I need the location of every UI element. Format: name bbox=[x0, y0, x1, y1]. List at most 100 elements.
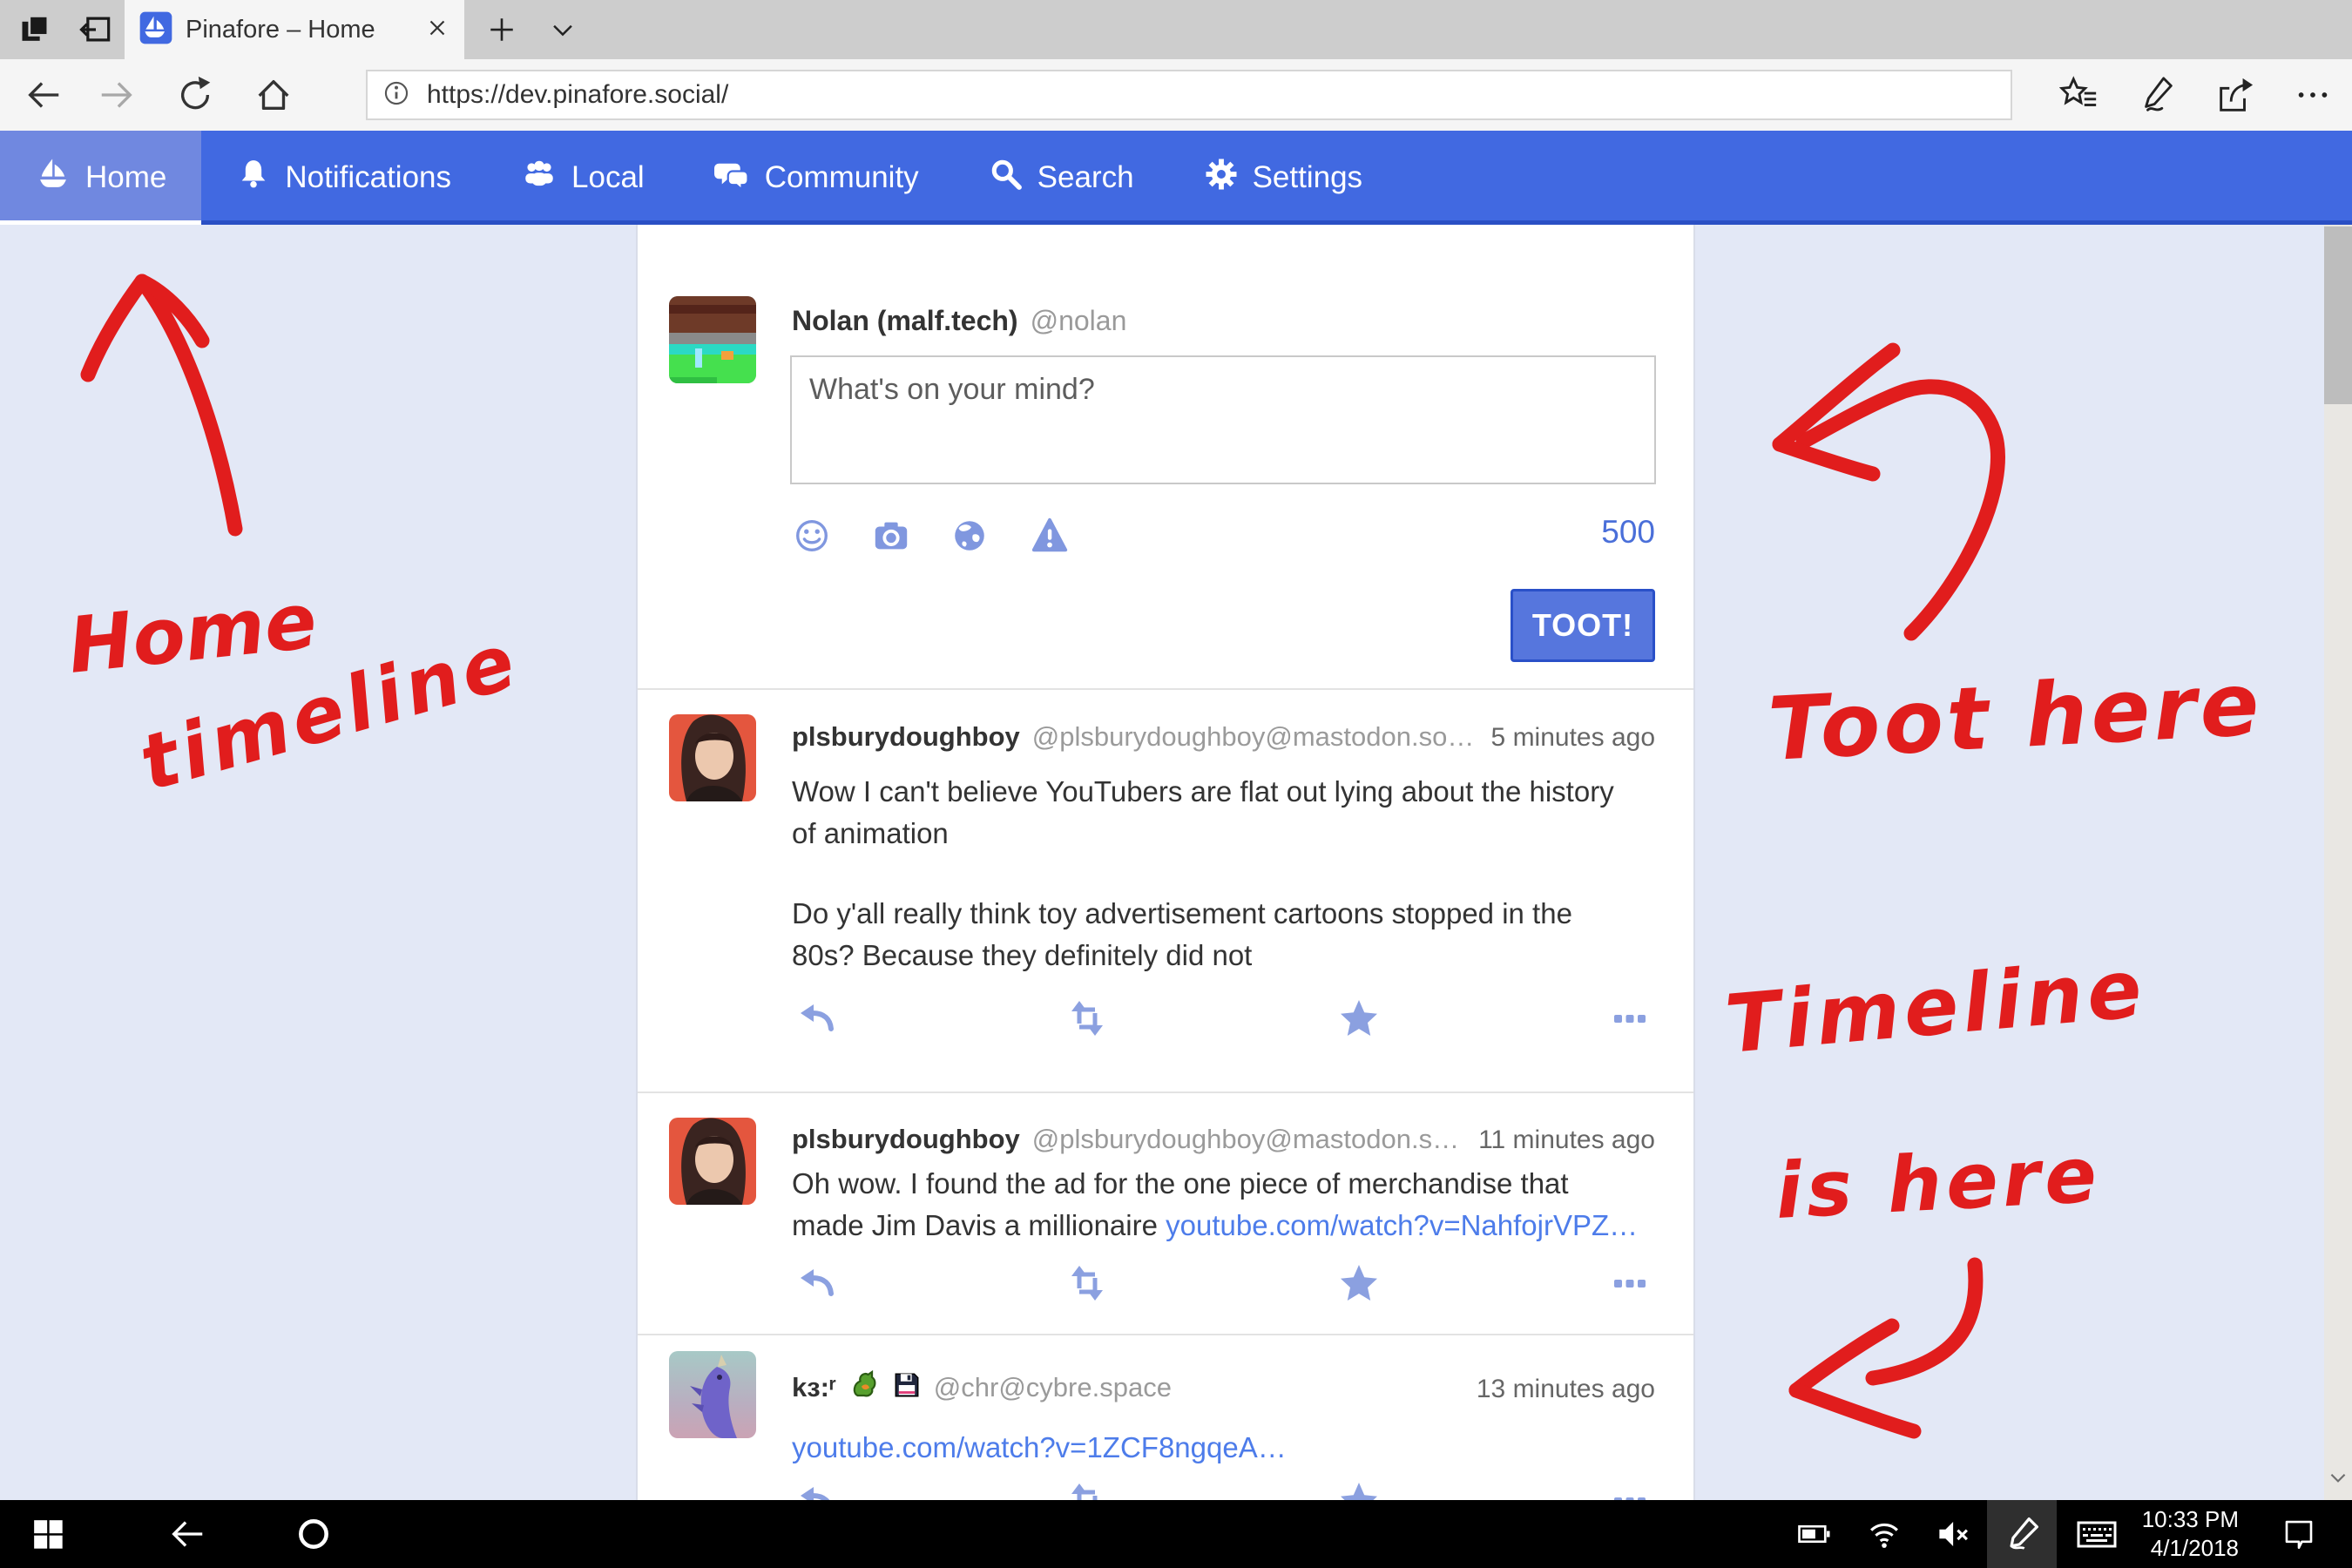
post-timestamp: 13 minutes ago bbox=[1477, 1375, 1655, 1404]
nav-label: Notifications bbox=[285, 160, 451, 195]
scrollbar-down-icon[interactable] bbox=[2324, 1460, 2352, 1495]
toot-button[interactable]: TOOT! bbox=[1511, 589, 1655, 662]
nav-item-notifications[interactable]: Notifications bbox=[201, 131, 486, 225]
scrollbar-thumb[interactable] bbox=[2324, 226, 2352, 404]
divider bbox=[638, 688, 1693, 690]
people-icon bbox=[521, 156, 558, 200]
boost-icon[interactable] bbox=[1063, 1481, 1112, 1500]
wifi-icon[interactable] bbox=[1857, 1500, 1911, 1568]
nav-label: Search bbox=[1037, 160, 1134, 195]
post-timestamp: 11 minutes ago bbox=[1478, 1125, 1655, 1155]
favorite-star-icon[interactable] bbox=[1335, 998, 1383, 1038]
post-handle: @plsburydoughboy@mastodon.s… bbox=[1032, 1124, 1459, 1155]
nav-item-search[interactable]: Search bbox=[954, 131, 1169, 225]
nav-label: Local bbox=[571, 160, 645, 195]
favorite-star-icon[interactable] bbox=[1335, 1263, 1383, 1303]
char-count: 500 bbox=[1544, 514, 1655, 551]
forward-icon[interactable] bbox=[91, 59, 143, 131]
boost-icon[interactable] bbox=[1063, 998, 1112, 1038]
avatar[interactable] bbox=[669, 714, 756, 801]
nav-item-local[interactable]: Local bbox=[486, 131, 679, 225]
windows-taskbar: 10:33 PM 4/1/2018 bbox=[0, 1500, 2352, 1568]
bell-icon bbox=[236, 157, 271, 199]
post-username[interactable]: plsburydoughboy bbox=[792, 721, 1020, 753]
post-handle: @chr@cybre.space bbox=[934, 1372, 1172, 1403]
reply-icon[interactable] bbox=[792, 1263, 841, 1303]
tab-preview-icon[interactable] bbox=[71, 0, 120, 59]
avatar[interactable] bbox=[669, 1351, 756, 1438]
url-text: https://dev.pinafore.social/ bbox=[427, 80, 728, 110]
post-text: Do y'all really think toy advertisement … bbox=[792, 897, 1572, 930]
windows-ink-pen-icon[interactable] bbox=[1987, 1500, 2057, 1568]
speech-bubbles-icon bbox=[714, 156, 751, 200]
cortana-icon[interactable] bbox=[280, 1500, 347, 1568]
share-icon[interactable] bbox=[2207, 59, 2261, 131]
tab-title: Pinafore – Home bbox=[186, 16, 412, 44]
more-icon[interactable] bbox=[1605, 998, 1654, 1038]
more-icon[interactable] bbox=[1605, 1481, 1654, 1500]
scrollbar-track[interactable] bbox=[2324, 225, 2352, 1500]
compose-display-name: Nolan (malf.tech) bbox=[792, 305, 1018, 337]
globe-privacy-icon[interactable] bbox=[950, 516, 990, 560]
boost-icon[interactable] bbox=[1063, 1263, 1112, 1303]
tab-list-chevron-icon[interactable] bbox=[538, 0, 587, 59]
emoji-icon[interactable] bbox=[792, 516, 832, 560]
avatar bbox=[669, 296, 756, 383]
favorites-hub-icon[interactable] bbox=[2052, 59, 2106, 131]
post-text: made Jim Davis a millionaire bbox=[792, 1209, 1166, 1241]
browser-tab-bar: Pinafore – Home bbox=[0, 0, 2352, 59]
browser-tab[interactable]: Pinafore – Home bbox=[125, 0, 464, 59]
divider bbox=[638, 1092, 1693, 1093]
content-warning-icon[interactable] bbox=[1030, 516, 1070, 560]
more-icon[interactable] bbox=[2286, 59, 2340, 131]
favorite-star-icon[interactable] bbox=[1335, 1481, 1383, 1500]
home-icon[interactable] bbox=[247, 59, 300, 131]
touch-keyboard-icon[interactable] bbox=[2066, 1500, 2127, 1568]
post-username[interactable]: kз:ʳ bbox=[792, 1372, 836, 1403]
sailboat-icon bbox=[35, 156, 71, 200]
volume-muted-icon[interactable] bbox=[1927, 1500, 1981, 1568]
post-text: 80s? Because they definitely did not bbox=[792, 939, 1252, 972]
post-text: Oh wow. I found the ad for the one piece… bbox=[792, 1167, 1569, 1200]
post-text: of animation bbox=[792, 817, 949, 850]
gear-icon bbox=[1204, 157, 1239, 199]
divider bbox=[638, 1334, 1693, 1335]
battery-icon[interactable] bbox=[1788, 1500, 1842, 1568]
taskbar-clock[interactable]: 10:33 PM 4/1/2018 bbox=[2126, 1500, 2239, 1568]
windows-start-icon[interactable] bbox=[17, 1500, 78, 1568]
clock-time: 10:33 PM bbox=[2142, 1505, 2239, 1534]
camera-icon[interactable] bbox=[871, 516, 911, 560]
info-icon[interactable] bbox=[382, 78, 411, 112]
pinafore-favicon bbox=[139, 10, 173, 50]
web-notes-pen-icon[interactable] bbox=[2131, 59, 2185, 131]
post-handle: @plsburydoughboy@mastodon.so… bbox=[1032, 721, 1475, 753]
reply-icon[interactable] bbox=[792, 1481, 841, 1500]
post-text: Wow I can't believe YouTubers are flat o… bbox=[792, 775, 1614, 808]
url-input[interactable]: https://dev.pinafore.social/ bbox=[366, 70, 2012, 120]
browser-url-bar: https://dev.pinafore.social/ bbox=[0, 59, 2352, 131]
compose-textarea[interactable] bbox=[790, 355, 1656, 484]
nav-item-community[interactable]: Community bbox=[679, 131, 954, 225]
post-username[interactable]: plsburydoughboy bbox=[792, 1124, 1020, 1155]
compose-handle: @nolan bbox=[1031, 305, 1127, 337]
set-tabs-aside-icon[interactable] bbox=[12, 0, 61, 59]
avatar[interactable] bbox=[669, 1118, 756, 1205]
page-background: Nolan (malf.tech) @nolan 500 TOOT! bbox=[0, 225, 2352, 1500]
close-tab-icon[interactable] bbox=[424, 15, 450, 45]
nav-item-settings[interactable]: Settings bbox=[1169, 131, 1397, 225]
action-center-icon[interactable] bbox=[2270, 1500, 2328, 1568]
new-tab-icon[interactable] bbox=[477, 0, 526, 59]
search-icon bbox=[989, 157, 1024, 199]
post-link[interactable]: youtube.com/watch?v=NahfojrVPZ… bbox=[1166, 1209, 1638, 1241]
nav-label: Community bbox=[765, 160, 919, 195]
timeline-column: Nolan (malf.tech) @nolan 500 TOOT! bbox=[636, 225, 1695, 1500]
back-icon[interactable] bbox=[17, 59, 70, 131]
post-timestamp: 5 minutes ago bbox=[1491, 723, 1655, 753]
reply-icon[interactable] bbox=[792, 998, 841, 1038]
refresh-icon[interactable] bbox=[169, 59, 221, 131]
post-link[interactable]: youtube.com/watch?v=1ZCF8ngqeA… bbox=[792, 1431, 1287, 1464]
nav-item-home[interactable]: Home bbox=[0, 131, 201, 225]
pinafore-nav-bar: Home Notifications Local Community Searc… bbox=[0, 131, 2352, 225]
more-icon[interactable] bbox=[1605, 1263, 1654, 1303]
back-icon[interactable] bbox=[155, 1500, 220, 1568]
